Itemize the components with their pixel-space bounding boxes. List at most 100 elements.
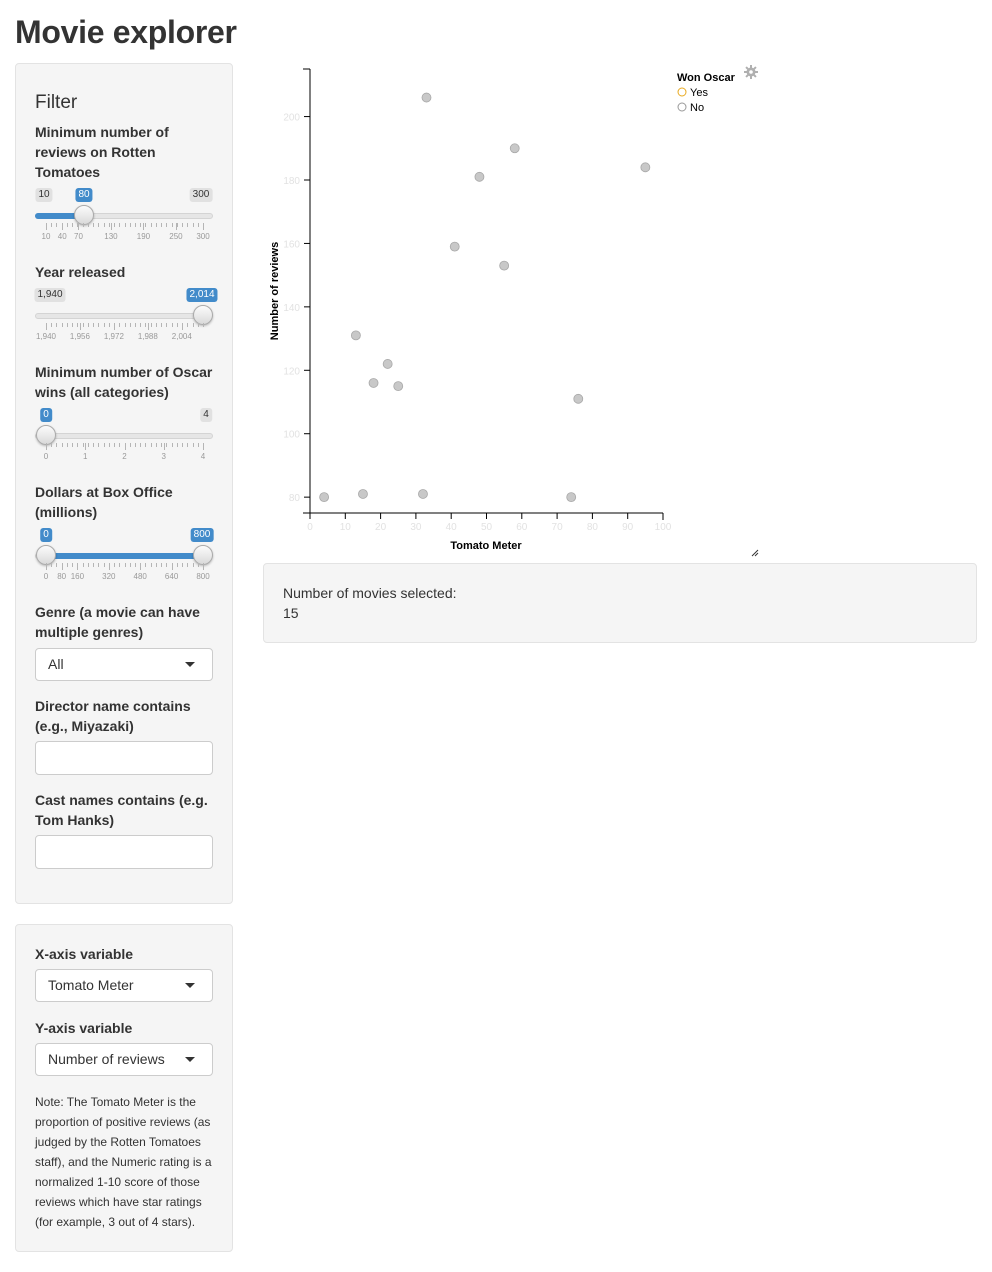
data-point[interactable] [393, 381, 404, 392]
boxoffice-minor-tick [176, 563, 178, 567]
oscars-slider-track[interactable] [35, 433, 213, 439]
y-axis-select[interactable]: Number of reviews [35, 1043, 213, 1076]
reviews-tick-label: 40 [57, 232, 67, 241]
reviews-minor-tick [134, 223, 136, 227]
boxoffice-minor-tick [145, 563, 147, 567]
x-axis-select-value: Tomato Meter [48, 977, 134, 993]
data-point[interactable] [418, 489, 428, 499]
gear-icon[interactable] [744, 65, 758, 79]
boxoffice-minor-tick [182, 563, 184, 567]
boxoffice-minor-tick [119, 563, 121, 567]
y-tick-label: 100 [283, 430, 300, 441]
legend-yes-swatch [677, 87, 687, 97]
data-point[interactable] [319, 492, 330, 503]
year-value-chip: 2,014 [186, 288, 218, 302]
reviews-major-tick [203, 223, 204, 230]
year-minor-tick [176, 323, 178, 327]
reviews-slider-handle[interactable] [73, 205, 94, 225]
year-major-tick [113, 323, 115, 330]
director-input[interactable] [35, 741, 213, 775]
boxoffice-minor-tick [192, 563, 194, 567]
data-point[interactable] [421, 92, 432, 103]
year-minor-tick [150, 323, 152, 327]
oscars-slider-handle[interactable] [36, 425, 56, 445]
oscars-minor-tick [108, 443, 110, 447]
data-point[interactable] [474, 171, 485, 182]
year-minor-tick [124, 323, 126, 327]
x-tick-label: 30 [410, 522, 422, 533]
oscars-tick-label: 3 [161, 452, 166, 461]
boxoffice-minor-tick [114, 563, 116, 567]
oscars-minor-tick [82, 443, 84, 447]
x-axis-title: Tomato Meter [450, 540, 522, 552]
cast-input[interactable] [35, 835, 213, 869]
reviews-major-tick [46, 223, 47, 230]
reviews-tick-label: 10 [41, 232, 51, 241]
boxoffice-slider-high-handle[interactable] [193, 545, 213, 565]
year-minor-tick [103, 323, 105, 327]
boxoffice-tick-label: 160 [70, 572, 85, 581]
reviews-minor-tick [192, 223, 194, 227]
oscars-minor-tick [176, 443, 178, 447]
boxoffice-minor-tick [150, 563, 152, 567]
caret-down-icon [185, 662, 195, 667]
boxoffice-tick-label: 0 [43, 572, 49, 581]
year-minor-tick [51, 323, 53, 327]
movies-selected-label: Number of movies selected: [283, 585, 457, 601]
data-point[interactable] [499, 260, 510, 271]
year-minor-tick [161, 323, 163, 327]
boxoffice-minor-tick [187, 563, 189, 567]
boxoffice-minor-tick [82, 563, 84, 567]
boxoffice-minor-tick [166, 563, 168, 567]
legend-yes-label: Yes [690, 87, 708, 99]
data-point[interactable] [358, 489, 368, 499]
reviews-minor-tick [93, 223, 95, 227]
reviews-major-tick [175, 223, 177, 230]
oscars-minor-tick [140, 443, 142, 447]
reviews-tick-label: 130 [104, 232, 118, 241]
reviews-minor-tick [166, 223, 168, 227]
filter-panel: Filter Minimum number of reviews on Rott… [15, 63, 233, 904]
year-minor-tick [203, 323, 204, 327]
year-minor-tick [192, 323, 194, 327]
boxoffice-slider-low-handle[interactable] [36, 545, 56, 565]
caret-down-icon [185, 1057, 195, 1062]
data-point[interactable] [573, 393, 584, 404]
y-tick-label: 120 [283, 366, 300, 377]
year-minor-tick [77, 323, 79, 327]
reviews-minor-tick [51, 223, 53, 227]
year-slider-track[interactable] [35, 313, 213, 319]
data-point[interactable] [449, 241, 460, 252]
oscars-slider-ticks: 0 1 2 3 4 [16, 443, 234, 461]
boxoffice-minor-tick [51, 563, 53, 567]
data-point[interactable] [382, 359, 393, 369]
reviews-minor-tick [114, 223, 116, 227]
caret-down-icon [185, 983, 195, 988]
year-minor-tick [145, 323, 147, 327]
year-minor-tick [108, 323, 110, 327]
boxoffice-tick-label: 80 [57, 572, 67, 581]
boxoffice-minor-tick [87, 563, 89, 567]
boxoffice-minor-tick [93, 563, 95, 567]
boxoffice-minor-tick [161, 563, 163, 567]
year-slider-handle[interactable] [193, 305, 213, 325]
genre-select[interactable]: All [35, 648, 213, 681]
data-point[interactable] [350, 330, 361, 341]
data-point[interactable] [368, 378, 379, 388]
oscars-tick-label: 4 [200, 452, 206, 461]
resize-handle-icon[interactable] [751, 549, 759, 557]
oscars-minor-tick [197, 443, 199, 447]
data-point[interactable] [509, 143, 520, 154]
year-minor-tick [197, 323, 199, 327]
reviews-minor-tick [171, 223, 173, 227]
reviews-major-tick [62, 223, 64, 230]
director-input-label: Director name contains (e.g., Miyazaki) [35, 698, 191, 734]
reviews-minor-tick [98, 223, 100, 227]
boxoffice-major-tick [140, 563, 142, 570]
data-point[interactable] [566, 492, 577, 503]
reviews-minor-tick [66, 223, 68, 227]
data-point[interactable] [640, 162, 651, 173]
x-axis-select[interactable]: Tomato Meter [35, 969, 213, 1002]
year-minor-tick [66, 323, 68, 327]
boxoffice-minor-tick [103, 563, 105, 567]
